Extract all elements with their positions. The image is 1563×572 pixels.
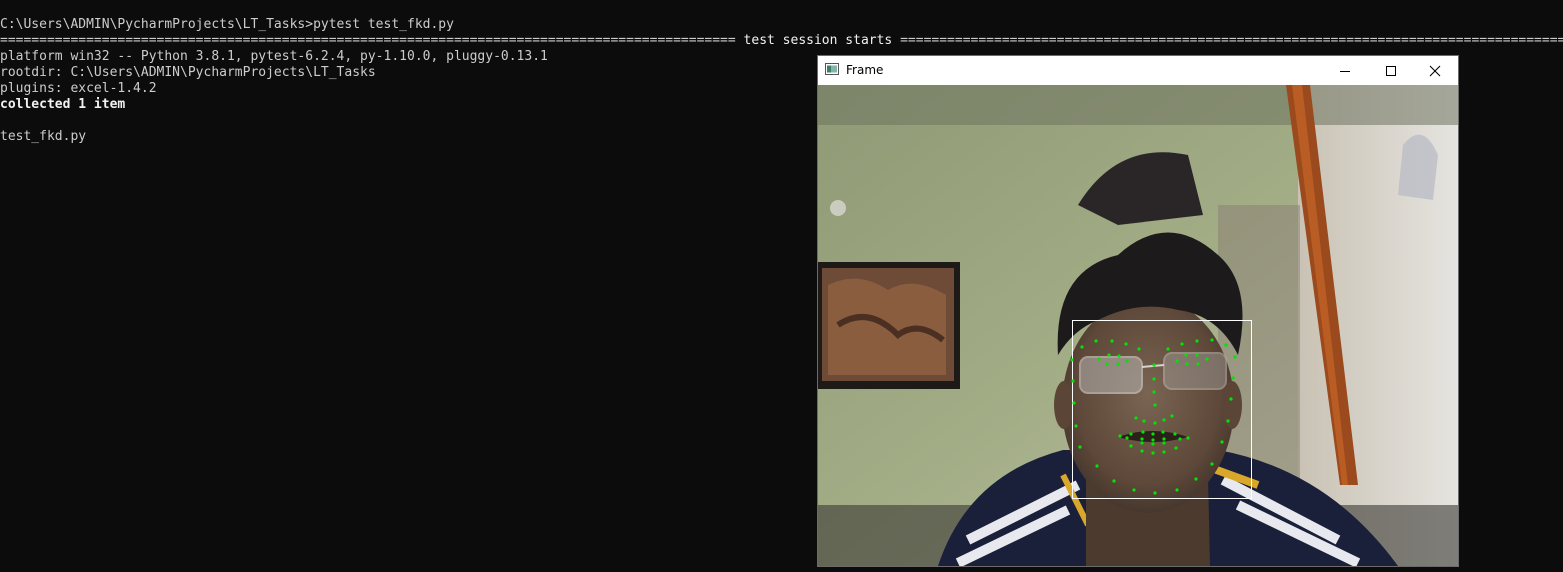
close-button[interactable] bbox=[1412, 56, 1458, 85]
maximize-icon bbox=[1386, 65, 1396, 76]
session-start-label: test session starts bbox=[735, 33, 901, 48]
webcam-image bbox=[818, 85, 1458, 566]
app-window-icon bbox=[825, 63, 839, 75]
rootdir-line: rootdir: C:\Users\ADMIN\PycharmProjects\… bbox=[0, 65, 376, 80]
window-title: Frame bbox=[846, 63, 884, 77]
test-file-line: test_fkd.py bbox=[0, 129, 87, 144]
minimize-icon bbox=[1340, 70, 1350, 72]
separator-left: ========================================… bbox=[0, 33, 736, 48]
close-icon bbox=[1429, 65, 1441, 76]
session-separator: ========================================… bbox=[0, 33, 1563, 49]
minimize-button[interactable] bbox=[1322, 56, 1368, 85]
command-prompt-line: C:\Users\ADMIN\PycharmProjects\LT_Tasks>… bbox=[0, 17, 454, 32]
separator-right: ========================================… bbox=[900, 33, 1563, 48]
maximize-button[interactable] bbox=[1368, 56, 1414, 85]
platform-info-line: platform win32 -- Python 3.8.1, pytest-6… bbox=[0, 49, 548, 64]
collected-line: collected 1 item bbox=[0, 97, 126, 112]
frame-titlebar[interactable]: Frame bbox=[818, 56, 1458, 85]
frame-window[interactable]: Frame bbox=[817, 55, 1459, 567]
plugins-line: plugins: excel-1.4.2 bbox=[0, 81, 157, 96]
webcam-frame bbox=[818, 85, 1458, 566]
